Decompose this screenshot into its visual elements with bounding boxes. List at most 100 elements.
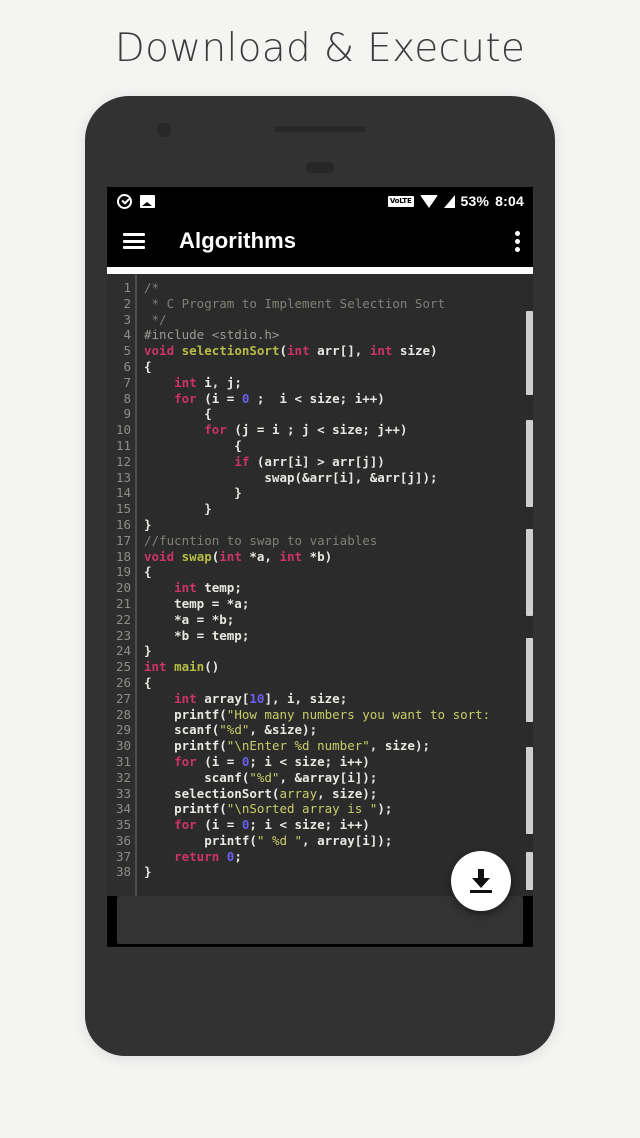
download-icon (470, 869, 492, 893)
line-number: 25 (115, 659, 131, 675)
code-line: scanf("%d", &size); (144, 722, 533, 738)
code-token: "\nSorted array is " (226, 801, 378, 817)
code-token: " %d " (256, 832, 303, 848)
code-line: * C Program to Implement Selection Sort (144, 296, 533, 312)
code-content[interactable]: /* * C Program to Implement Selection So… (137, 274, 533, 896)
code-token: printf( (144, 738, 227, 754)
hamburger-menu-icon[interactable] (123, 233, 145, 249)
code-line: } (144, 485, 533, 501)
line-number: 9 (123, 406, 131, 422)
code-token: "How many numbers you want to sort: (226, 706, 498, 722)
code-token: * C Program to Implement Selection Sort (144, 295, 446, 311)
line-number: 34 (115, 801, 131, 817)
code-token: "%d" (249, 769, 280, 785)
code-token: int (287, 343, 310, 359)
scrollbar-thumb[interactable] (526, 420, 533, 508)
scrollbar-thumb[interactable] (526, 746, 533, 834)
code-token: size) (392, 343, 438, 359)
code-token: } (144, 501, 212, 517)
code-token: , array[i]); (302, 832, 393, 848)
code-token: temp; (196, 580, 242, 596)
code-token: for (174, 753, 197, 769)
code-token: printf( (144, 832, 257, 848)
front-camera-icon (157, 123, 171, 137)
code-token: ], i, size; (264, 690, 348, 706)
editor-scrollbar[interactable] (526, 274, 533, 896)
code-line: #include <stdio.h> (144, 327, 533, 343)
proximity-sensor-icon (306, 162, 334, 173)
code-token: //fucntion to swap to variables (144, 532, 378, 548)
phone-screen: VoLTE 53% 8:04 Algorithms 1 2 3 4 5 6 7 8 9 10 11 1… (107, 187, 533, 947)
code-line: if (arr[i] > arr[j]) (144, 454, 533, 470)
code-token: arr[], (309, 343, 370, 359)
code-token: int (219, 548, 242, 564)
line-number: 31 (115, 753, 131, 769)
photo-icon (140, 194, 155, 208)
scrollbar-thumb[interactable] (526, 311, 533, 396)
code-line: temp = *a; (144, 596, 533, 612)
code-token: array (279, 785, 318, 801)
code-token: selectionSort( (144, 785, 280, 801)
code-token: , &array[i]); (279, 769, 378, 785)
code-token: swap(&arr[i], &arr[j]); (144, 469, 438, 485)
scrollbar-thumb[interactable] (526, 852, 533, 890)
code-line: scanf("%d", &array[i]); (144, 770, 533, 786)
line-number: 10 (115, 422, 131, 438)
code-line: /* (144, 280, 533, 296)
code-line: { (144, 359, 533, 375)
code-line: int i, j; (144, 375, 533, 391)
line-number: 36 (115, 832, 131, 848)
code-token: *a = *b; (144, 611, 235, 627)
code-line: for (i = 0; i < size; i++) (144, 754, 533, 770)
line-number-gutter: 1 2 3 4 5 6 7 8 9 10 11 12 13 14 15 16 17 18 19 20 21 22 23 24 2… (107, 274, 137, 896)
code-line: printf("\nSorted array is "); (144, 801, 533, 817)
line-number: 1 (123, 280, 131, 295)
scrollbar-thumb[interactable] (526, 529, 533, 617)
code-token: { (144, 406, 212, 422)
earpiece-speaker-icon (274, 126, 366, 132)
line-number: 18 (115, 548, 131, 564)
code-line: { (144, 675, 533, 691)
code-token: ( (279, 343, 288, 359)
line-number: 24 (115, 643, 131, 659)
code-token: , size); (369, 738, 431, 754)
code-token: (i = (196, 817, 242, 833)
code-token: int (174, 580, 197, 596)
code-line: printf("\nEnter %d number", size); (144, 738, 533, 754)
line-number: 29 (115, 722, 131, 738)
line-number: 26 (115, 674, 131, 690)
line-number: 35 (115, 817, 131, 833)
code-line: } (144, 501, 533, 517)
scrollbar-thumb[interactable] (526, 637, 533, 722)
code-token: *b) (302, 548, 333, 564)
code-token: array[ (196, 690, 250, 706)
code-token: } (144, 643, 152, 659)
code-token: */ (144, 311, 167, 327)
status-bar-right-icons: VoLTE 53% 8:04 (387, 193, 524, 209)
overflow-menu-icon[interactable] (515, 230, 520, 252)
code-line: int main() (144, 659, 533, 675)
code-token: for (204, 422, 227, 438)
battery-percentage: 53% (460, 193, 490, 209)
code-token: { (144, 674, 152, 690)
code-token: ; i < size; i++) (249, 817, 370, 833)
line-number: 14 (115, 485, 131, 501)
code-line: swap(&arr[i], &arr[j]); (144, 470, 533, 486)
code-token: *a, (241, 548, 280, 564)
download-fab-button[interactable] (451, 851, 511, 911)
line-number: 5 (123, 343, 131, 359)
wifi-icon (419, 194, 438, 208)
line-number: 2 (123, 295, 131, 311)
app-bar-title: Algorithms (179, 228, 297, 253)
line-number: 21 (115, 595, 131, 611)
code-token: (i = (196, 753, 242, 769)
line-number: 20 (115, 580, 131, 596)
code-editor[interactable]: 1 2 3 4 5 6 7 8 9 10 11 12 13 14 15 16 17 18 19 20 21 22 23 24 2… (107, 274, 533, 896)
code-token: (j = i ; j < size; j++) (226, 422, 408, 438)
code-line: for (j = i ; j < size; j++) (144, 422, 533, 438)
